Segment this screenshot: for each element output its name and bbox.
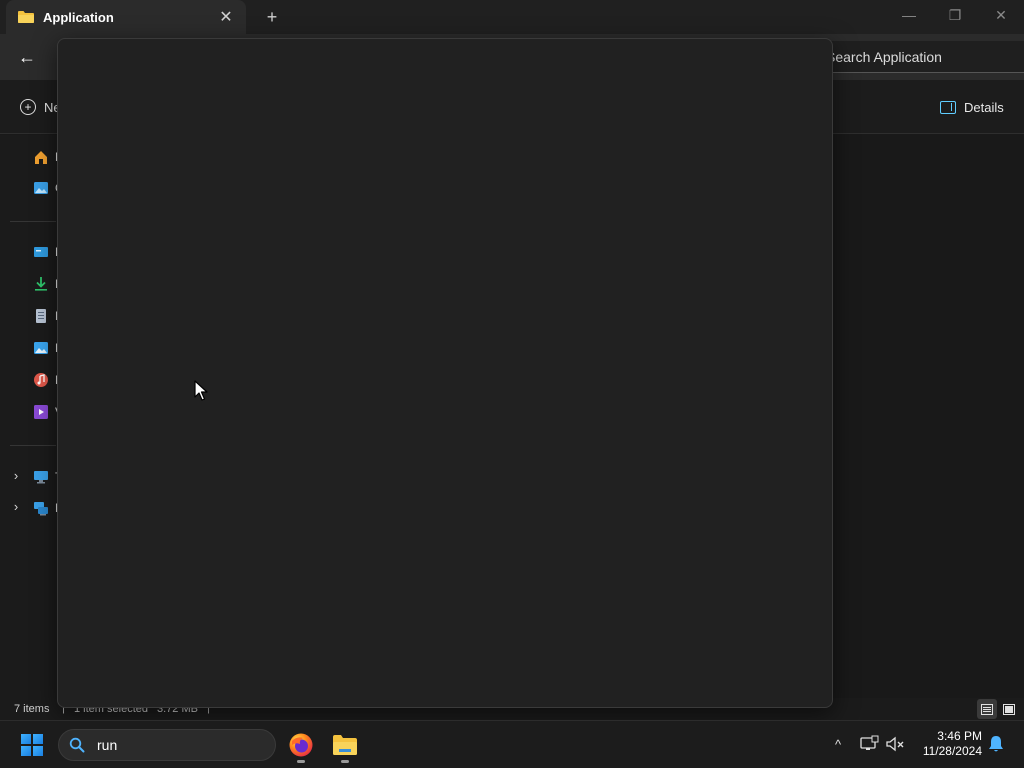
running-indicator bbox=[297, 760, 305, 763]
documents-icon bbox=[36, 309, 46, 323]
details-button-label: Details bbox=[964, 99, 1004, 115]
taskbar-search-input[interactable] bbox=[95, 736, 245, 754]
notification-bell-icon[interactable] bbox=[986, 734, 1006, 754]
network-icon bbox=[34, 502, 48, 516]
gallery-icon bbox=[34, 182, 48, 194]
sidebar-item-this-pc[interactable]: › T bbox=[0, 462, 63, 492]
taskbar-clock[interactable]: 3:46 PM 11/28/2024 bbox=[914, 729, 982, 759]
download-icon bbox=[35, 277, 47, 291]
taskbar: ^ 3:46 PM 11/28/2024 bbox=[0, 720, 1024, 768]
clock-time: 3:46 PM bbox=[937, 729, 982, 743]
tiles-view-button[interactable] bbox=[999, 699, 1019, 719]
sidebar-item-videos[interactable]: V bbox=[0, 397, 63, 427]
item-count: 7 items bbox=[14, 703, 50, 715]
sidebar-item-gallery[interactable]: G bbox=[0, 173, 64, 203]
title-bar: Application ✕ + — ❐ ✕ bbox=[0, 0, 1024, 34]
close-window-button[interactable]: ✕ bbox=[978, 0, 1024, 30]
sidebar-item-music[interactable]: M bbox=[0, 365, 65, 395]
navigation-pane: H G D D bbox=[0, 135, 65, 698]
windows-logo-icon bbox=[21, 734, 43, 756]
new-tab-button[interactable]: + bbox=[258, 3, 286, 31]
network-status-icon[interactable] bbox=[859, 734, 879, 754]
start-search-panel[interactable] bbox=[57, 38, 833, 708]
tab-application[interactable]: Application ✕ bbox=[6, 0, 246, 34]
expand-chevron-icon[interactable]: › bbox=[9, 499, 23, 515]
sidebar-divider bbox=[10, 221, 56, 222]
sidebar-item-desktop[interactable]: D bbox=[0, 237, 64, 267]
firefox-icon bbox=[289, 733, 313, 757]
start-button[interactable] bbox=[14, 729, 50, 761]
volume-muted-icon[interactable] bbox=[885, 734, 905, 754]
desktop-screen: Application ✕ + — ❐ ✕ ← Search Applicati… bbox=[0, 0, 1024, 768]
videos-icon bbox=[34, 405, 48, 419]
firefox-taskbar-button[interactable] bbox=[283, 727, 319, 763]
list-view-icon bbox=[981, 703, 993, 715]
back-button[interactable]: ← bbox=[12, 42, 42, 72]
file-explorer-taskbar-button[interactable] bbox=[327, 727, 363, 763]
details-view-button[interactable] bbox=[977, 699, 997, 719]
sidebar-item-network[interactable]: › N bbox=[0, 493, 64, 523]
computer-icon bbox=[34, 471, 48, 484]
details-button[interactable]: Details bbox=[936, 94, 1004, 120]
tab-title: Application bbox=[43, 9, 114, 25]
taskbar-search-box[interactable] bbox=[58, 729, 276, 761]
search-icon bbox=[69, 737, 85, 753]
music-icon bbox=[34, 373, 48, 387]
minimize-button[interactable]: — bbox=[886, 0, 932, 30]
close-tab-button[interactable]: ✕ bbox=[212, 3, 240, 31]
mouse-cursor-icon bbox=[194, 380, 208, 401]
pictures-icon bbox=[34, 342, 48, 354]
file-explorer-icon bbox=[333, 735, 357, 755]
folder-icon bbox=[18, 11, 34, 23]
home-icon bbox=[35, 151, 47, 164]
tiles-view-icon bbox=[1003, 703, 1015, 715]
maximize-button[interactable]: ❐ bbox=[932, 0, 978, 30]
sidebar-item-home[interactable]: H bbox=[0, 142, 64, 172]
details-pane-icon bbox=[940, 100, 956, 114]
desktop-icon bbox=[34, 247, 48, 257]
show-hidden-icons-button[interactable]: ^ bbox=[828, 734, 848, 754]
running-indicator bbox=[341, 760, 349, 763]
sidebar-divider bbox=[10, 445, 56, 446]
clock-date: 11/28/2024 bbox=[922, 744, 982, 758]
plus-circle-icon: + bbox=[20, 99, 36, 115]
sidebar-item-documents[interactable]: D bbox=[0, 301, 64, 331]
sidebar-item-downloads[interactable]: D bbox=[0, 269, 64, 299]
window-controls: — ❐ ✕ bbox=[886, 0, 1024, 30]
sidebar-item-pictures[interactable]: P bbox=[0, 333, 63, 363]
expand-chevron-icon[interactable]: › bbox=[9, 468, 23, 484]
